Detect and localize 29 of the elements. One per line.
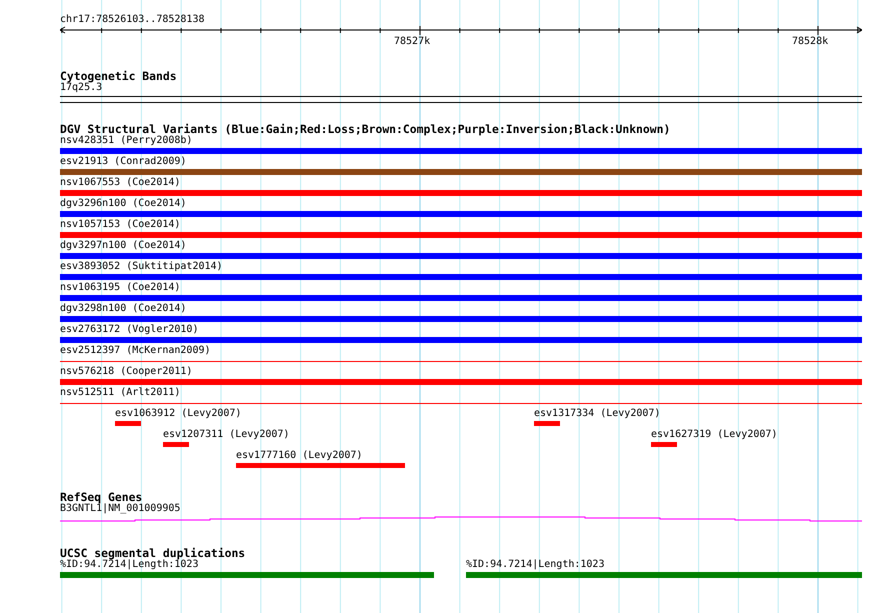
feature-label: esv21913 (Conrad2009): [60, 156, 186, 168]
feature-label: nsv512511 (Arlt2011): [60, 387, 180, 399]
feature-label: dgv3298n100 (Coe2014): [60, 303, 186, 315]
feature-label: esv1627319 (Levy2007): [651, 429, 778, 441]
feature-label: esv1317334 (Levy2007): [534, 408, 660, 420]
gene-label: B3GNTL1|NM_001009905: [60, 503, 180, 515]
tick-label: 78528k: [792, 36, 828, 48]
feature-label: esv1063912 (Levy2007): [115, 408, 242, 420]
feature-label: nsv1057153 (Coe2014): [60, 219, 180, 231]
feature-label: nsv1067553 (Coe2014): [60, 177, 180, 189]
feature-label: esv2512397 (McKernan2009): [60, 345, 211, 357]
feature-label: %ID:94.7214|Length:1023: [466, 559, 604, 571]
feature-label: nsv428351 (Perry2008b): [60, 135, 192, 147]
track-title: UCSC segmental duplications: [60, 547, 246, 559]
track-title: DGV Structural Variants (Blue:Gain;Red:Loss;Brown:Complex;Purple:Inversion;Black:Unknown): [60, 123, 670, 135]
feature-label: nsv1063195 (Coe2014): [60, 282, 180, 294]
feature-label: esv3893052 (Suktitipat2014): [60, 261, 223, 273]
position-label: chr17:78526103..78528138: [60, 14, 204, 26]
feature-label: nsv576218 (Cooper2011): [60, 366, 192, 378]
feature-label: dgv3296n100 (Coe2014): [60, 198, 186, 210]
tick-label: 78527k: [394, 36, 430, 48]
feature-label: dgv3297n100 (Coe2014): [60, 240, 186, 252]
band-label: 17q25.3: [60, 82, 102, 94]
feature-label: esv1207311 (Levy2007): [163, 429, 290, 441]
track-title: Cytogenetic Bands: [60, 70, 177, 82]
feature-label: %ID:94.7214|Length:1023: [60, 559, 198, 571]
feature-label: esv1777160 (Levy2007): [236, 450, 362, 462]
feature-label: esv2763172 (Vogler2010): [60, 324, 198, 336]
track-title: RefSeq Genes: [60, 491, 142, 503]
